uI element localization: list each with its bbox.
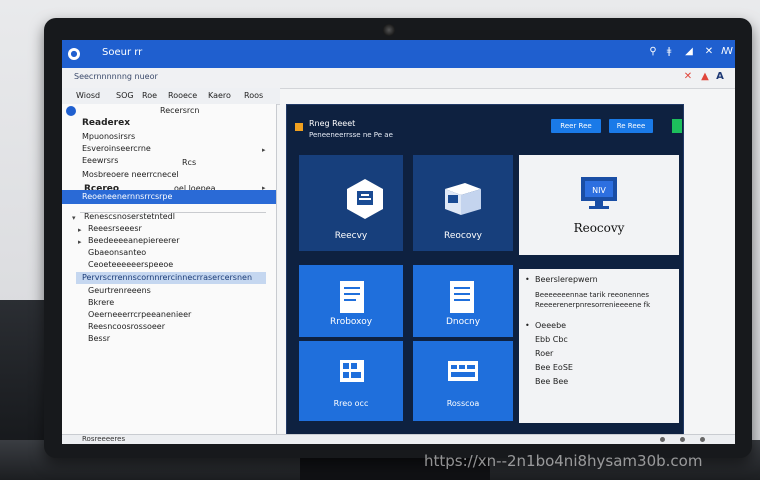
info-title: Beerslerepwern xyxy=(535,275,598,284)
tree-item[interactable]: Reesncoosrossoeer xyxy=(88,322,165,331)
tile-recovery-shield[interactable]: Reecvy xyxy=(299,155,403,251)
screen: ● Soeur rr ⚲ ǂ ◢ ✕ ꟿ Seecrnnnnnng nueor … xyxy=(62,40,735,444)
tree-item[interactable]: Oeerneeerrcrpeeanenieer xyxy=(88,310,191,319)
tree-item[interactable]: Bkrere xyxy=(88,298,114,307)
status-bar: Rosreeeeres xyxy=(62,434,735,444)
header-button-2[interactable]: Re Reee xyxy=(609,119,653,133)
close-icon[interactable]: ✕ xyxy=(702,46,716,57)
tree-item[interactable]: Renescsnoserstetntedl xyxy=(84,212,175,221)
report-icon xyxy=(450,281,474,313)
tile-recovery-box[interactable]: Reocovy xyxy=(413,155,513,251)
panel-title: Rneg Reeet xyxy=(309,119,356,128)
tree-item[interactable]: Esveroinseercrne xyxy=(82,144,151,153)
tree-item[interactable]: Eeewrsrs xyxy=(82,156,118,165)
expand-icon[interactable]: ▸ xyxy=(262,146,266,154)
app-icon: ● xyxy=(68,48,80,60)
navigation-pane: Recersrcn Readerex Mpuonosirsrs Esveroin… xyxy=(62,104,277,434)
tile-label: Dnocny xyxy=(445,317,481,327)
tile-label: Rosscoa xyxy=(446,399,480,408)
menu-item-3[interactable]: Roe xyxy=(142,91,157,100)
tree-item[interactable]: Gbaeonsanteo xyxy=(88,248,146,257)
tree-item[interactable]: Beedeeeeanepiereerer xyxy=(88,236,180,245)
selected-tree-item[interactable]: Reoeneenernnsrrcsrpe xyxy=(62,190,276,204)
tile-label: Rreo occ xyxy=(333,399,369,408)
side-label: Rcs xyxy=(182,158,197,167)
status-text: Rosreeeeres xyxy=(82,435,126,443)
tree-item[interactable]: Ceoeteeeeeerspeeoe xyxy=(88,260,173,269)
tree-item[interactable]: Mosbreoere neerrcnecel xyxy=(82,170,179,179)
menu-bar: Wiosd SOG Roe Rooece Kaero Roos xyxy=(62,88,280,105)
address-bar: Seecrnnnnnng nueor ✕ ▲ A xyxy=(62,68,735,89)
info-list-title: Oeeebe xyxy=(535,321,567,330)
menu-item-4[interactable]: Rooece xyxy=(168,91,197,100)
monitor-bezel: ● Soeur rr ⚲ ǂ ◢ ✕ ꟿ Seecrnnnnnng nueor … xyxy=(44,18,752,458)
status-dot-icon xyxy=(700,437,705,442)
menu-item-2[interactable]: SOG xyxy=(116,91,134,100)
profile-icon[interactable]: A xyxy=(714,71,726,83)
title-bar: ● Soeur rr ⚲ ǂ ◢ ✕ ꟿ xyxy=(62,40,735,68)
minimize-icon[interactable]: ◢ xyxy=(682,46,696,57)
watermark: https://xn--2n1bo4ni8hysam30b.com xyxy=(424,452,703,470)
collapse-icon[interactable]: ▸ xyxy=(78,226,82,234)
header-button-1[interactable]: Reer Ree xyxy=(551,119,601,133)
tree-item[interactable]: Readerex xyxy=(82,118,130,128)
menu-item-5[interactable]: Kaero xyxy=(208,91,231,100)
panel-header: Rneg Reeet Peneeneerrsse ne Pe ae Reer R… xyxy=(287,105,683,145)
grid-icon xyxy=(340,360,364,382)
tile-document[interactable]: Rroboxoy xyxy=(299,265,403,337)
monitor-icon: NIV xyxy=(581,177,617,209)
tile-label: Reocovy xyxy=(573,221,625,235)
tree-item[interactable]: Mpuonosirsrs xyxy=(82,132,135,141)
tile-drive[interactable]: Rosscoa xyxy=(413,341,513,421)
menu-icon[interactable]: ꟿ xyxy=(720,46,734,57)
tile-recovery-monitor[interactable]: NIV Reocovy xyxy=(519,155,679,255)
status-indicator xyxy=(672,119,682,133)
brand-icon xyxy=(295,123,303,131)
tile-apps[interactable]: Rreo occ xyxy=(299,341,403,421)
side-label: Recersrcn xyxy=(160,106,200,115)
info-panel: • Beerslerepwern Beeeeeeennae tarik reeo… xyxy=(519,269,679,423)
tree-item[interactable]: Geurtrenreeens xyxy=(88,286,151,295)
tree-item[interactable]: Reeesrseeesr xyxy=(88,224,142,233)
menu-item-1[interactable]: Wiosd xyxy=(76,91,100,100)
collapse-icon[interactable]: ▾ xyxy=(72,214,76,222)
document-icon xyxy=(340,281,364,313)
tile-label: Rroboxoy xyxy=(329,317,373,327)
window-title: Soeur rr xyxy=(102,47,143,58)
webcam xyxy=(383,24,395,36)
tile-label: Reocovy xyxy=(444,231,482,241)
info-list-item: Bee Bee xyxy=(535,377,569,386)
status-dot-icon xyxy=(660,437,665,442)
info-list-item: Bee EoSE xyxy=(535,363,573,372)
recovery-panel: Rneg Reeet Peneeneerrsse ne Pe ae Reer R… xyxy=(286,104,684,436)
collapse-icon[interactable]: ▸ xyxy=(78,238,82,246)
panel-subtitle: Peneeneerrsse ne Pe ae xyxy=(309,131,393,139)
shield-icon xyxy=(347,179,383,219)
selected-label: Reoeneenernnsrrcsrpe xyxy=(82,192,173,201)
close-tab-icon[interactable]: ✕ xyxy=(682,71,694,83)
menu-item-6[interactable]: Roos xyxy=(244,91,263,100)
warning-icon[interactable]: ▲ xyxy=(699,71,711,83)
info-line: Reeeerenerpnresorrenieeeene fk xyxy=(535,301,651,309)
info-bullet-icon: • xyxy=(525,275,530,284)
hovered-label: Pervrscrrennscornnrercinnecrrasercersnen xyxy=(82,273,253,282)
tile-report[interactable]: Dnocny xyxy=(413,265,513,337)
tile-label: Reecvy xyxy=(334,231,368,241)
monitor-screen-text: NIV xyxy=(592,186,606,195)
hovered-tree-item[interactable]: Pervrscrrennscornnrercinnecrrasercersnen xyxy=(76,272,266,284)
info-line: Beeeeeeennae tarik reeonennes xyxy=(535,291,649,299)
box-icon xyxy=(445,183,481,215)
drive-icon xyxy=(448,361,478,381)
info-list-item: Ebb Cbc xyxy=(535,335,568,344)
back-button[interactable] xyxy=(66,106,76,116)
tree-item[interactable]: Bessr xyxy=(88,334,110,343)
info-list-item: Roer xyxy=(535,349,554,358)
search-icon[interactable]: ⚲ xyxy=(646,46,660,57)
info-bullet-icon: • xyxy=(525,321,530,330)
breadcrumb: Seecrnnnnnng nueor xyxy=(74,72,158,81)
status-dot-icon xyxy=(680,437,685,442)
pin-icon[interactable]: ǂ xyxy=(662,46,676,57)
